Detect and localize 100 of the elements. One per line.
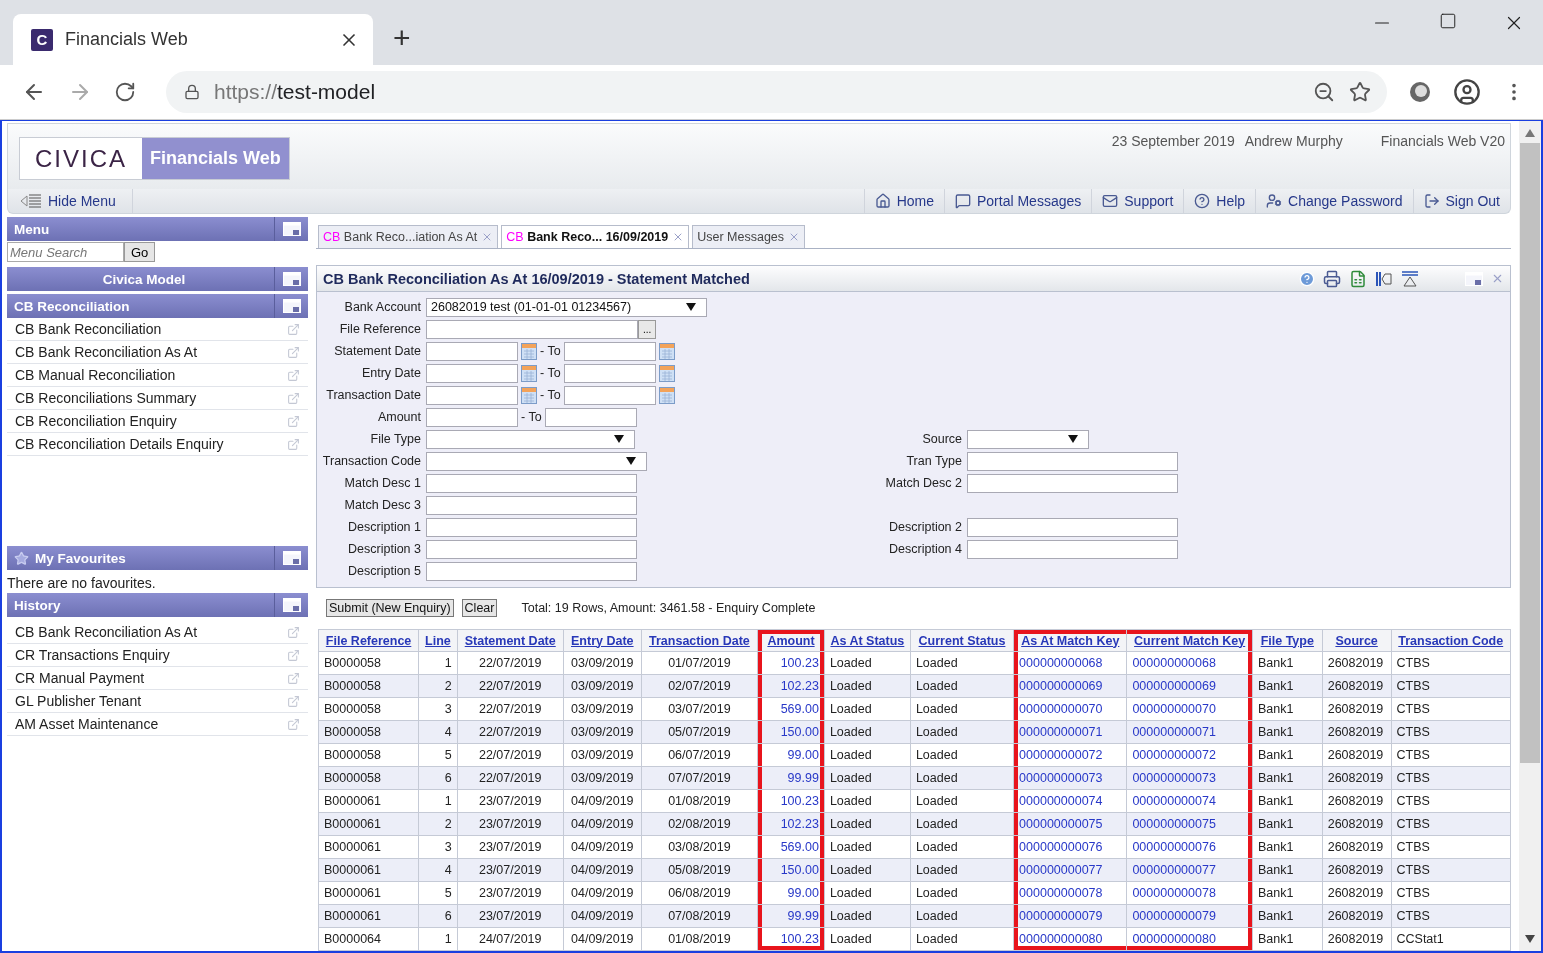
action-button[interactable]: Submit (New Enquiry): [326, 599, 454, 617]
document-tab[interactable]: User Messages: [692, 225, 806, 248]
window-icon: [282, 299, 301, 313]
table-cell: B0000064: [318, 927, 419, 951]
bookmark-icon[interactable]: [1349, 81, 1371, 103]
table-cell: 06/07/2019: [641, 743, 758, 767]
table-cell: CTBS: [1391, 881, 1511, 905]
reload-icon[interactable]: [114, 81, 136, 103]
table-cell: 3: [418, 835, 458, 859]
table-cell: Loaded: [910, 697, 1014, 721]
input-field[interactable]: [426, 473, 637, 493]
panel-title: CB Bank Reconciliation As At 16/09/2019 - Statement Matched: [323, 270, 750, 287]
table-cell: 26082019: [1322, 904, 1391, 928]
menu-item[interactable]: CB Bank Reconciliation: [7, 318, 308, 341]
lookup-button[interactable]: ...: [638, 319, 657, 339]
menu-item[interactable]: CB Reconciliations Summary: [7, 387, 308, 410]
date-field[interactable]: [563, 363, 656, 383]
table-cell: CTBS: [1391, 789, 1511, 813]
select-field[interactable]: 26082019 test (01-01-01 01234567): [426, 297, 707, 317]
menu-item[interactable]: CB Manual Reconciliation: [7, 364, 308, 387]
table-cell: Loaded: [910, 720, 1014, 744]
zoom-icon[interactable]: [1313, 81, 1335, 103]
table-cell: 1: [418, 789, 458, 813]
history-item[interactable]: CR Manual Payment: [7, 667, 308, 690]
document-tab[interactable]: CB Bank Reco...iation As At: [318, 225, 499, 248]
scroll-thumb[interactable]: [1520, 143, 1540, 763]
select-field[interactable]: [967, 429, 1089, 449]
input-field[interactable]: [967, 451, 1178, 471]
external-link-icon: [287, 345, 300, 359]
table-cell: Loaded: [824, 904, 911, 928]
columns-icon[interactable]: [1375, 270, 1393, 287]
nav-link[interactable]: Change Password: [1255, 189, 1413, 213]
input-field[interactable]: [967, 517, 1178, 537]
action-button[interactable]: Clear: [461, 599, 498, 617]
input-field[interactable]: [967, 473, 1178, 493]
table-cell: Loaded: [824, 720, 911, 744]
calendar-icon[interactable]: [658, 364, 675, 382]
extension-icon[interactable]: [1409, 81, 1431, 103]
history-item[interactable]: CB Bank Reconciliation As At: [7, 621, 308, 644]
history-item[interactable]: CR Transactions Enquiry: [7, 644, 308, 667]
calendar-icon[interactable]: [521, 364, 537, 382]
new-tab-button[interactable]: +: [393, 23, 411, 53]
nav-link[interactable]: Sign Out: [1412, 189, 1510, 213]
select-field[interactable]: [426, 429, 635, 449]
collapse-icon: [20, 194, 42, 208]
menu-search-field[interactable]: Menu Search: [7, 242, 124, 262]
spreadsheet-icon[interactable]: [1349, 269, 1367, 288]
browser-tab[interactable]: C Financials Web: [13, 14, 373, 65]
product-name: Financials Web: [142, 138, 289, 179]
table-cell: 04/09/2019: [563, 789, 642, 813]
table-cell: Loaded: [824, 789, 911, 813]
calendar-icon[interactable]: [658, 386, 675, 404]
date-field[interactable]: [563, 385, 656, 405]
history-item[interactable]: GL Publisher Tenant: [7, 690, 308, 713]
table-cell: Loaded: [910, 881, 1014, 905]
hide-menu-link[interactable]: Hide Menu: [8, 189, 133, 213]
calendar-icon[interactable]: [521, 386, 537, 404]
menu-item[interactable]: CB Reconciliation Details Enquiry: [7, 433, 308, 456]
input-field[interactable]: [426, 495, 637, 515]
maximize-icon[interactable]: [1439, 12, 1457, 30]
date-field[interactable]: [426, 363, 518, 383]
table-cell: Loaded: [824, 651, 911, 675]
input-field[interactable]: [426, 539, 637, 559]
date-field[interactable]: [426, 385, 518, 405]
help-icon[interactable]: [1299, 270, 1315, 287]
select-field[interactable]: [426, 451, 647, 471]
calendar-icon[interactable]: [521, 342, 537, 360]
date-field[interactable]: [426, 341, 518, 361]
scroll-down-icon[interactable]: [1525, 935, 1535, 943]
model-title: Civica Model: [102, 271, 186, 287]
input-field[interactable]: [426, 561, 637, 581]
address-bar[interactable]: https://test-model: [166, 71, 1387, 113]
scroll-up-icon[interactable]: [1525, 129, 1535, 137]
nav-link[interactable]: Portal Messages: [944, 189, 1092, 213]
input-field[interactable]: [426, 407, 518, 427]
date-field[interactable]: [563, 341, 656, 361]
profile-icon[interactable]: [1453, 78, 1481, 106]
document-tab[interactable]: CB Bank Reco... 16/09/2019: [501, 225, 690, 248]
nav-link[interactable]: Help: [1183, 189, 1256, 213]
table-cell: 23/07/2019: [457, 835, 564, 859]
input-field[interactable]: [426, 319, 638, 339]
menu-item[interactable]: CB Bank Reconciliation As At: [7, 341, 308, 364]
input-field[interactable]: [544, 407, 637, 427]
external-link-icon: [287, 694, 300, 708]
window-icon: [282, 222, 301, 236]
table-cell: 5: [418, 881, 458, 905]
nav-link[interactable]: Home: [863, 189, 944, 213]
go-button[interactable]: Go: [124, 242, 156, 262]
table-cell: Loaded: [910, 812, 1014, 836]
collapse-rows-icon[interactable]: [1401, 270, 1419, 287]
nav-link[interactable]: Support: [1091, 189, 1184, 213]
caret-icon: [1068, 435, 1078, 443]
input-field[interactable]: [426, 517, 637, 537]
calendar-icon[interactable]: [658, 342, 675, 360]
window-icon: [1465, 271, 1483, 286]
history-item[interactable]: AM Asset Maintenance: [7, 713, 308, 736]
print-icon[interactable]: [1323, 269, 1341, 288]
menu-item[interactable]: CB Reconciliation Enquiry: [7, 410, 308, 433]
input-field[interactable]: [967, 539, 1178, 559]
external-link-icon: [287, 671, 300, 685]
